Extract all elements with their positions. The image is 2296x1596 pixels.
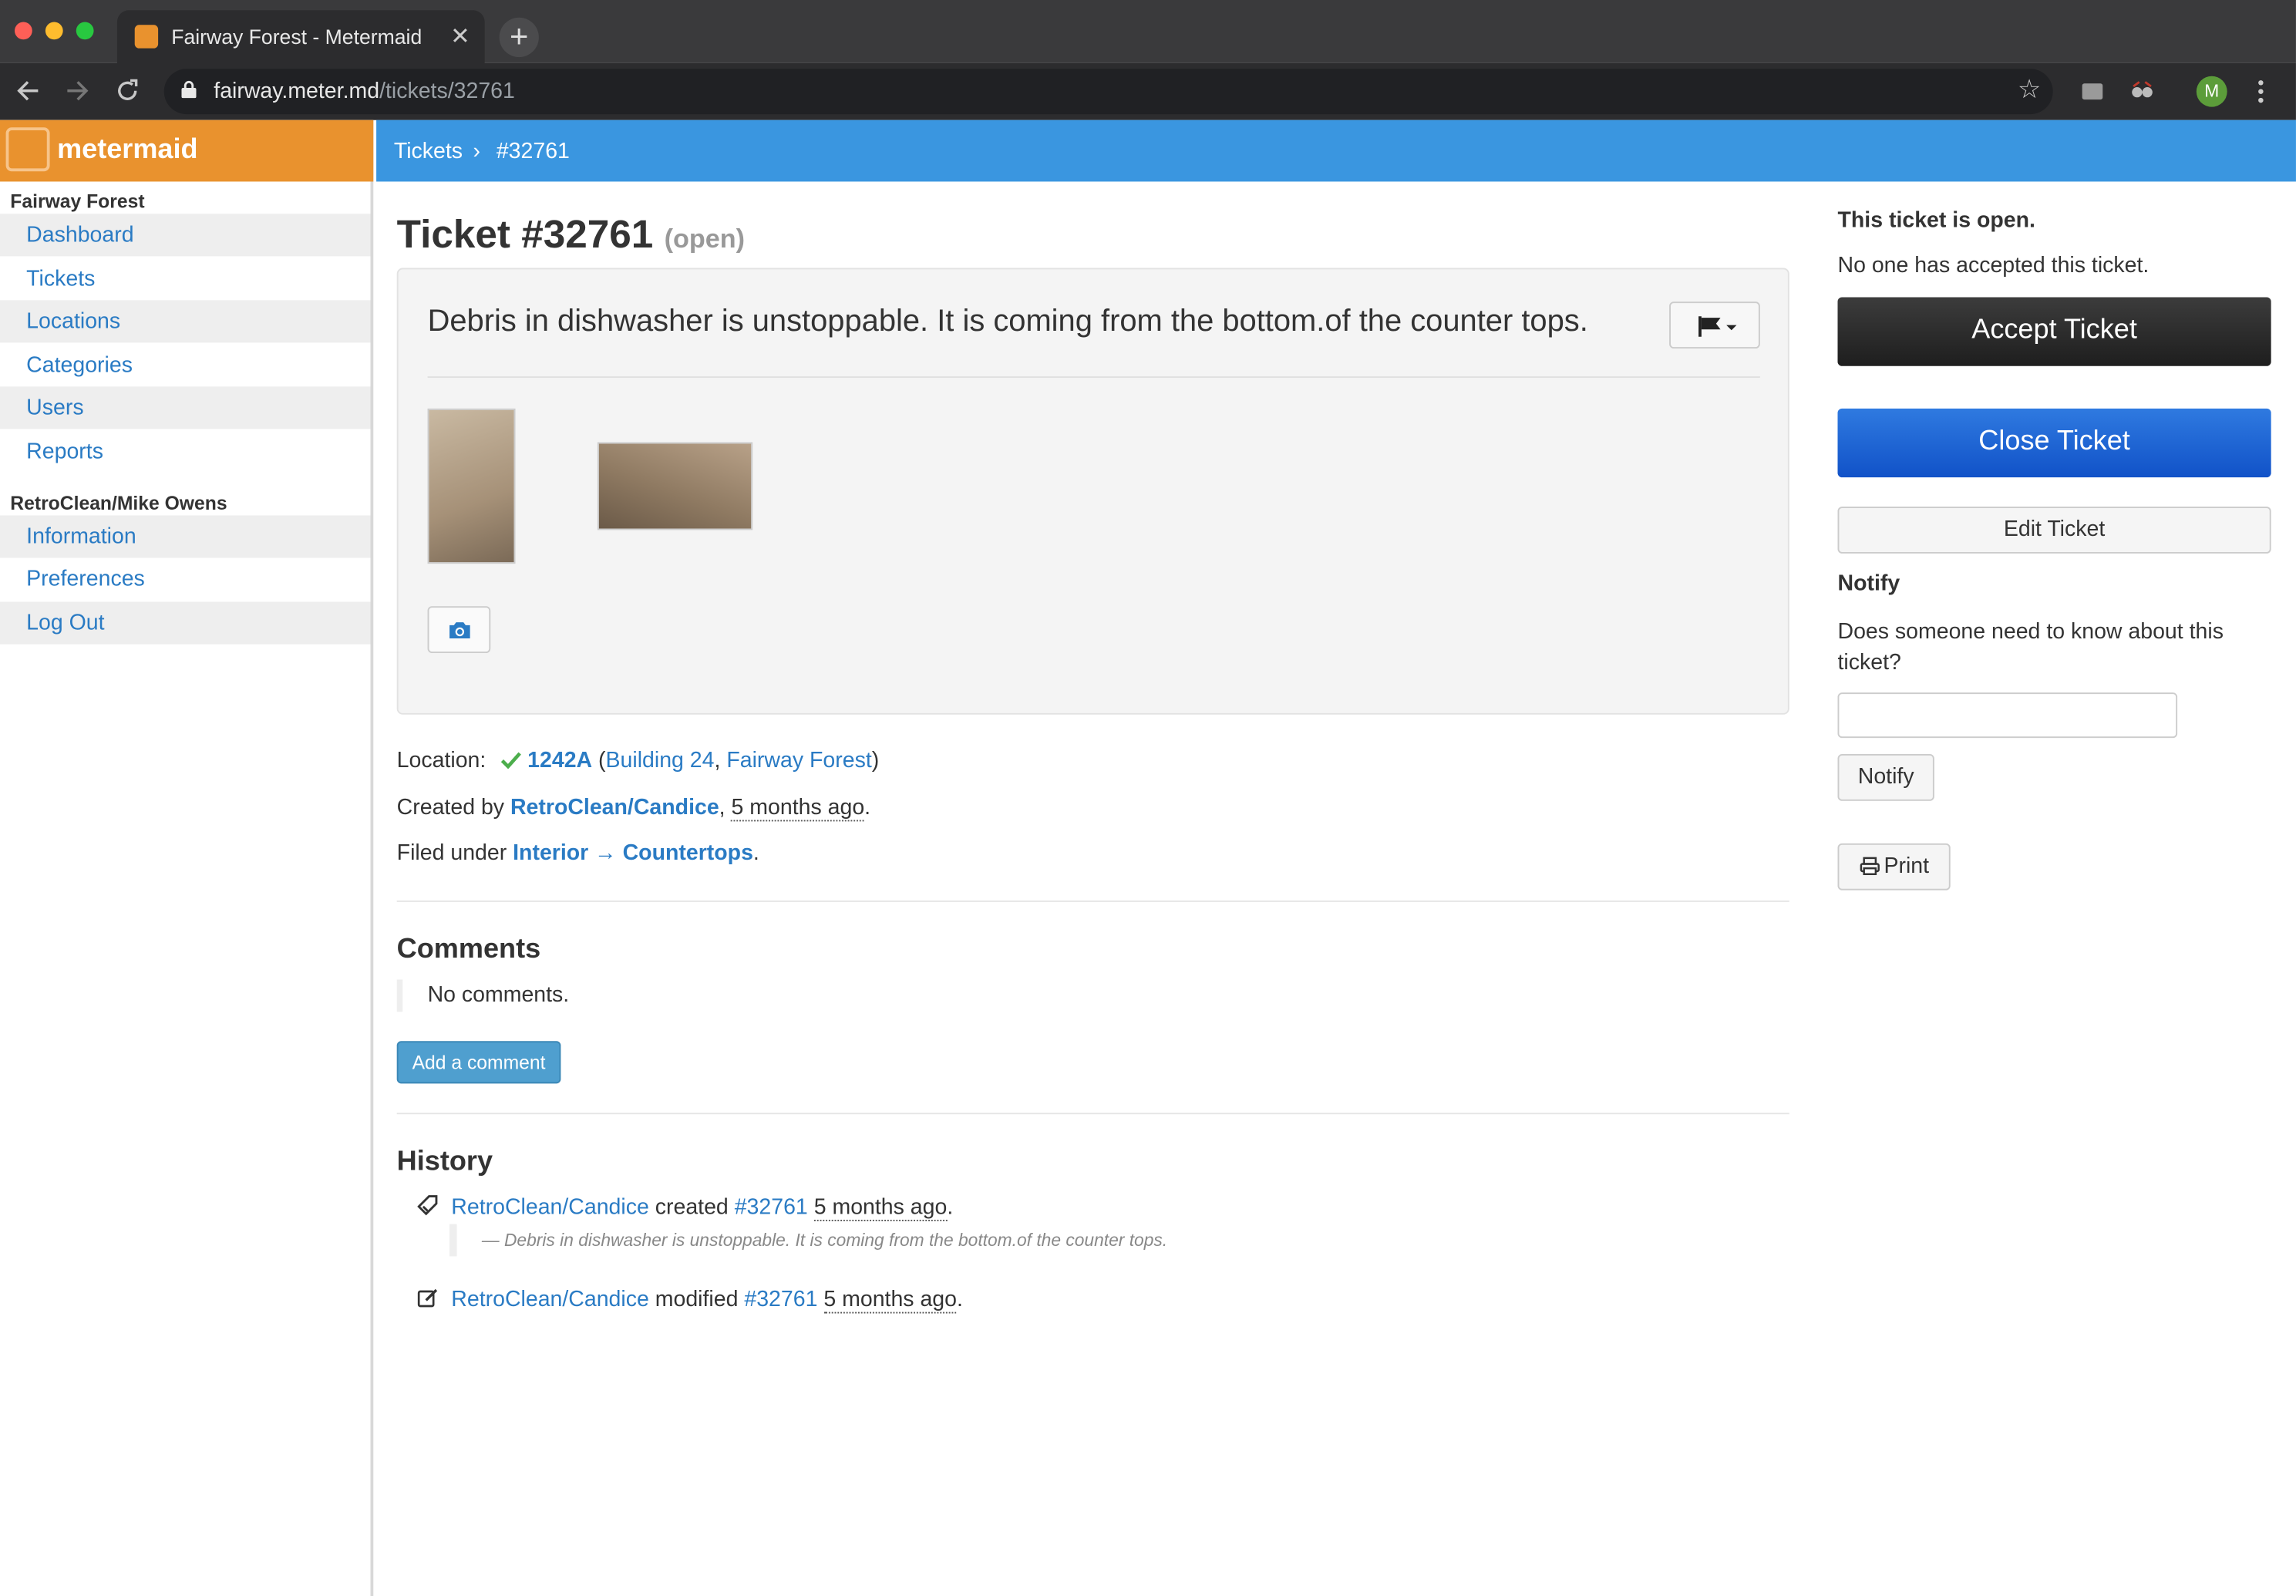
filed-label: Filed under — [396, 840, 507, 866]
favicon-icon — [134, 25, 159, 49]
profile-avatar[interactable]: M — [2196, 76, 2227, 107]
flag-icon — [1698, 316, 1737, 337]
browser-tab[interactable]: Fairway Forest - Metermaid ✕ — [116, 10, 485, 65]
history-time: 5 months ago — [823, 1287, 958, 1314]
sidebar-item-information[interactable]: Information — [0, 515, 371, 558]
ticket-description: Debris in dishwasher is unstoppable. It … — [427, 305, 1588, 338]
browser-menu-icon[interactable] — [2257, 79, 2265, 104]
history-entry: RetroClean/Candice modified #32761 5 mon… — [417, 1287, 963, 1314]
ticket-photo-thumbnail[interactable] — [427, 408, 516, 564]
comments-heading: Comments — [396, 934, 541, 965]
url-host: fairway.meter.md — [214, 79, 380, 104]
section-divider — [396, 1113, 1789, 1115]
url-path: /tickets/32761 — [379, 79, 515, 104]
brand-bar[interactable]: metermaid — [0, 120, 374, 182]
ticket-status: (open) — [664, 224, 746, 254]
history-action: created — [655, 1194, 729, 1220]
url-text: fairway.meter.md/tickets/32761 — [214, 79, 515, 104]
history-ticket-link[interactable]: #32761 — [744, 1287, 817, 1311]
category-link[interactable]: Interior → Countertops — [513, 840, 753, 865]
sidebar-item-reports[interactable]: Reports — [0, 430, 370, 473]
address-bar[interactable]: fairway.meter.md/tickets/32761 ☆ — [163, 69, 2053, 115]
sidebar-item-users[interactable]: Users — [0, 386, 371, 429]
brand-name: metermaid — [57, 134, 198, 166]
edit-icon — [417, 1288, 438, 1308]
location-building-link[interactable]: Building 24 — [606, 748, 715, 773]
section-divider — [396, 900, 1789, 902]
created-time: 5 months ago — [731, 795, 865, 822]
location-property-link[interactable]: Fairway Forest — [726, 748, 871, 773]
window-maximize-icon[interactable] — [76, 22, 94, 40]
ticket-category: Filed under Interior → Countertops. — [396, 840, 759, 866]
ticket-photo-thumbnail[interactable] — [597, 442, 753, 530]
tab-title: Fairway Forest - Metermaid — [171, 25, 423, 49]
window-close-icon[interactable] — [14, 22, 32, 40]
checkmark-icon — [500, 752, 522, 769]
back-arrow-icon[interactable] — [16, 79, 39, 103]
sidebar-item-categories[interactable]: Categories — [0, 344, 370, 386]
history-user-link[interactable]: RetroClean/Candice — [451, 1195, 649, 1220]
panel-divider — [427, 376, 1760, 378]
screen: Fairway Forest - Metermaid ✕ + fairway.m… — [0, 0, 2296, 1596]
add-comment-button[interactable]: Add a comment — [396, 1041, 561, 1084]
notify-input[interactable] — [1837, 692, 2178, 739]
camera-icon — [449, 622, 470, 639]
accepted-status-text: No one has accepted this ticket. — [1837, 253, 2150, 278]
print-button[interactable]: Print — [1837, 843, 1951, 891]
breadcrumb-current: #32761 — [496, 139, 570, 164]
ticket-location: Location: 1242A (Building 24, Fairway Fo… — [396, 748, 880, 773]
forward-arrow-icon[interactable] — [66, 79, 89, 103]
creator-link[interactable]: RetroClean/Candice — [510, 795, 719, 820]
sidebar-section-account: RetroClean/Mike Owens — [10, 492, 227, 514]
bookmark-star-icon[interactable]: ☆ — [2018, 75, 2042, 106]
location-unit-link[interactable]: 1242A — [527, 748, 592, 773]
history-entry: RetroClean/Candice created #32761 5 mont… — [417, 1194, 953, 1221]
breadcrumb-bar: Tickets › #32761 — [376, 120, 2296, 182]
ticket-tag-icon — [417, 1195, 438, 1216]
sidebar-section-property: Fairway Forest — [10, 190, 145, 213]
history-ticket-link[interactable]: #32761 — [735, 1195, 808, 1220]
flag-dropdown-button[interactable] — [1669, 301, 1760, 348]
breadcrumb-tickets[interactable]: Tickets — [394, 139, 463, 163]
cast-icon[interactable] — [2081, 82, 2104, 101]
page-title: Ticket #32761 (open) — [397, 212, 745, 258]
metermaid-logo-icon — [5, 127, 50, 172]
history-heading: History — [396, 1146, 493, 1177]
ticket-panel: Debris in dishwasher is unstoppable. It … — [396, 268, 1789, 715]
created-label: Created by — [396, 795, 505, 820]
printer-icon — [1859, 857, 1880, 875]
history-action: modified — [655, 1287, 739, 1312]
history-quote: — Debris in dishwasher is unstoppable. I… — [449, 1224, 1167, 1257]
notify-button[interactable]: Notify — [1837, 754, 1934, 801]
edit-ticket-button[interactable]: Edit Ticket — [1837, 507, 2271, 554]
sidebar-item-preferences[interactable]: Preferences — [0, 558, 370, 601]
add-photo-button[interactable] — [427, 606, 491, 653]
history-time: 5 months ago — [813, 1194, 948, 1221]
print-label: Print — [1884, 854, 1930, 879]
location-label: Location: — [396, 748, 486, 773]
browser-titlebar: Fairway Forest - Metermaid ✕ + — [0, 0, 2296, 65]
ticket-open-text: This ticket is open. — [1837, 207, 2035, 233]
new-tab-button[interactable]: + — [499, 17, 539, 58]
window-minimize-icon[interactable] — [45, 22, 63, 40]
no-comments-text: No comments. — [396, 979, 569, 1012]
ticket-title: Ticket #32761 — [396, 212, 654, 257]
notify-heading: Notify — [1837, 571, 1900, 596]
tab-close-icon[interactable]: ✕ — [450, 22, 470, 51]
reload-icon[interactable] — [116, 79, 139, 103]
notify-question: Does someone need to know about this tic… — [1837, 619, 2224, 675]
extension-icon[interactable] — [2130, 80, 2153, 101]
browser-toolbar: fairway.meter.md/tickets/32761 ☆ M — [0, 62, 2296, 120]
sidebar-item-locations[interactable]: Locations — [0, 300, 371, 343]
accept-ticket-button[interactable]: Accept Ticket — [1837, 297, 2271, 366]
breadcrumb-separator: › — [473, 139, 480, 164]
ticket-created: Created by RetroClean/Candice, 5 months … — [396, 795, 871, 822]
sidebar-item-logout[interactable]: Log Out — [0, 601, 371, 645]
close-ticket-button[interactable]: Close Ticket — [1837, 408, 2271, 478]
sidebar-item-dashboard[interactable]: Dashboard — [0, 214, 371, 257]
sidebar-item-tickets[interactable]: Tickets — [0, 258, 370, 300]
lock-icon — [181, 80, 197, 99]
history-user-link[interactable]: RetroClean/Candice — [451, 1287, 649, 1311]
sidebar: metermaid Fairway Forest Dashboard Ticke… — [0, 120, 374, 1596]
